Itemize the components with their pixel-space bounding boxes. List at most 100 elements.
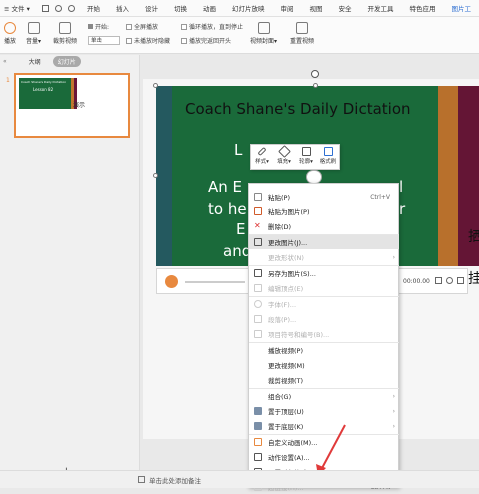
menu-item-send-to-back[interactable]: 置于底层(K)› (249, 419, 399, 433)
menu-item-paste-as-image[interactable]: 粘贴为图片(P) (249, 204, 399, 218)
fill-bucket-icon (278, 145, 291, 158)
style-button[interactable]: 样式▾ (252, 147, 272, 165)
rotate-handle-icon[interactable] (311, 70, 319, 78)
bullets-icon (254, 330, 262, 338)
slide-stripe-teal (156, 86, 172, 266)
save-icon[interactable] (42, 5, 49, 12)
redo-icon[interactable] (68, 5, 75, 12)
change-picture-icon (254, 238, 262, 246)
player-settings-icon[interactable] (446, 277, 453, 284)
player-play-button[interactable] (165, 275, 178, 288)
player-progress-track[interactable] (185, 281, 245, 283)
fill-button[interactable]: 填充▾ (274, 147, 294, 165)
menu-item-trim-video[interactable]: 裁剪视频(T) (249, 373, 399, 387)
menu-item-action-settings[interactable]: 动作设置(A)... (249, 450, 399, 464)
notes-icon (138, 476, 145, 483)
slide-title: Coach Shane's Daily Dictation (185, 100, 411, 118)
ribbon: 播放 音量▾ 裁剪视频 开始: 单击 全屏播放 未播放时隐藏 循环播放，直到停止… (0, 17, 479, 54)
menu-developer[interactable]: 开发工具 (360, 3, 402, 13)
trim-video-button[interactable]: 裁剪视频 (53, 22, 77, 45)
thumb-subtitle: Lesson 82 (33, 87, 53, 92)
menu-item-paste[interactable]: 粘贴(P)Ctrl+V (249, 190, 399, 204)
slide-stripe-orange (438, 86, 458, 266)
trim-icon (59, 22, 71, 34)
reset-video-button[interactable]: 重置视频 (290, 22, 314, 45)
menu-item-paragraph: 段落(P)... (249, 312, 399, 326)
slide-line-2-end: l (399, 178, 403, 196)
file-menu[interactable]: ≡ 文件 ▾ (0, 3, 38, 13)
change-shape-icon (254, 253, 262, 261)
menu-item-change-video[interactable]: 更改视频(M) (249, 358, 399, 372)
menu-item-font: 字体(F)... (249, 297, 399, 311)
format-painter-icon (324, 147, 333, 156)
menu-item-delete[interactable]: ✕删除(D) (249, 219, 399, 233)
slide-line-1: L (234, 141, 242, 159)
menu-features[interactable]: 特色应用 (402, 3, 444, 13)
menu-bar: ≡ 文件 ▾ 开始 插入 设计 切换 动画 幻灯片放映 审阅 视图 安全 开发工… (0, 0, 479, 17)
menu-home[interactable]: 开始 (79, 3, 108, 13)
send-back-icon (254, 422, 262, 430)
notes-bar[interactable]: 单击此处添加备注 (0, 470, 479, 488)
brush-icon (257, 147, 266, 156)
menu-view[interactable]: 视图 (302, 3, 331, 13)
rewind-checkbox[interactable]: 播放完返回开头 (181, 36, 231, 45)
menu-security[interactable]: 安全 (331, 3, 360, 13)
paste-image-icon (254, 207, 262, 215)
menu-item-change-shape: 更改形状(N)› (249, 250, 399, 264)
menu-transition[interactable]: 切换 (166, 3, 195, 13)
menu-insert[interactable]: 插入 (108, 3, 137, 13)
menu-animation[interactable]: 动画 (195, 3, 224, 13)
slide-thumbnail[interactable]: Coach Shane's Daily Dictation Lesson 82 … (14, 73, 130, 138)
mini-toolbar: 样式▾ 填充▾ 轮廓▾ 格式刷 (250, 144, 340, 170)
loop-checkbox[interactable]: 循环播放，直到停止 (181, 22, 243, 31)
menu-picture-tools[interactable]: 图片工 (444, 3, 479, 13)
menu-item-change-picture[interactable]: 更改图片(J)... (249, 235, 399, 249)
menu-item-bring-to-front[interactable]: 置于顶层(U)› (249, 404, 399, 418)
bring-front-icon (254, 407, 262, 415)
collapse-pane-icon[interactable]: « (3, 58, 7, 65)
tab-outline[interactable]: 大纲 (29, 57, 41, 66)
hide-when-not-playing-checkbox[interactable]: 未播放时隐藏 (126, 36, 170, 45)
video-cover-icon (258, 22, 270, 34)
quick-access-icons (38, 5, 79, 12)
menu-item-custom-animation[interactable]: 自定义动画(M)... (249, 435, 399, 449)
play-button[interactable]: 播放 (4, 22, 16, 45)
outline-button[interactable]: 轮廓▾ (296, 147, 316, 165)
mini-play-icon[interactable] (306, 170, 322, 184)
edit-points-icon (254, 284, 262, 292)
slide-edge-char-1: 拪 (468, 226, 479, 246)
undo-icon[interactable] (55, 5, 62, 12)
menu-slideshow[interactable]: 幻灯片放映 (224, 3, 273, 13)
selection-handle-tm[interactable] (313, 83, 318, 88)
reset-video-icon (296, 22, 308, 34)
menu-item-save-as-image[interactable]: 另存为图片(S)... (249, 266, 399, 280)
slide-line-3-end: r (399, 200, 405, 218)
save-as-image-icon (254, 269, 262, 277)
fullscreen-checkbox[interactable]: 全屏播放 (126, 22, 158, 31)
format-painter-button[interactable]: 格式刷 (318, 147, 338, 165)
start-select[interactable]: 单击 (88, 36, 120, 45)
video-cover-button[interactable]: 视频封面▾ (250, 22, 277, 45)
play-icon (4, 22, 16, 34)
player-volume-icon[interactable] (435, 277, 442, 284)
slide-edge-char-2: 挂 (468, 268, 479, 288)
thumb-caption: 演示 (73, 100, 85, 109)
menu-item-edit-points: 编辑顶点(E) (249, 281, 399, 295)
volume-button[interactable]: 音量▾ (26, 22, 41, 45)
tab-slides[interactable]: 幻灯片 (53, 56, 81, 67)
menu-item-group[interactable]: 组合(G)› (249, 389, 399, 403)
menu-item-bullets: 项目符号和编号(B)... (249, 327, 399, 341)
start-label: 开始: (88, 22, 109, 31)
slide-line-4: E (236, 220, 245, 238)
slide-pane: « 大纲 幻灯片 1 Coach Shane's Daily Dictation… (0, 55, 140, 488)
context-menu: 粘贴(P)Ctrl+V 粘贴为图片(P) ✕删除(D) 更改图片(J)... 更… (248, 183, 399, 488)
selection-handle-ml[interactable] (153, 173, 158, 178)
selection-handle-tl[interactable] (153, 83, 158, 88)
animation-icon (254, 438, 262, 446)
slide-line-5: and (223, 242, 251, 260)
delete-icon: ✕ (254, 222, 262, 230)
menu-item-play-video[interactable]: 播放视频(P) (249, 343, 399, 357)
player-fullscreen-icon[interactable] (457, 277, 464, 284)
menu-review[interactable]: 审阅 (273, 3, 302, 13)
menu-design[interactable]: 设计 (137, 3, 166, 13)
